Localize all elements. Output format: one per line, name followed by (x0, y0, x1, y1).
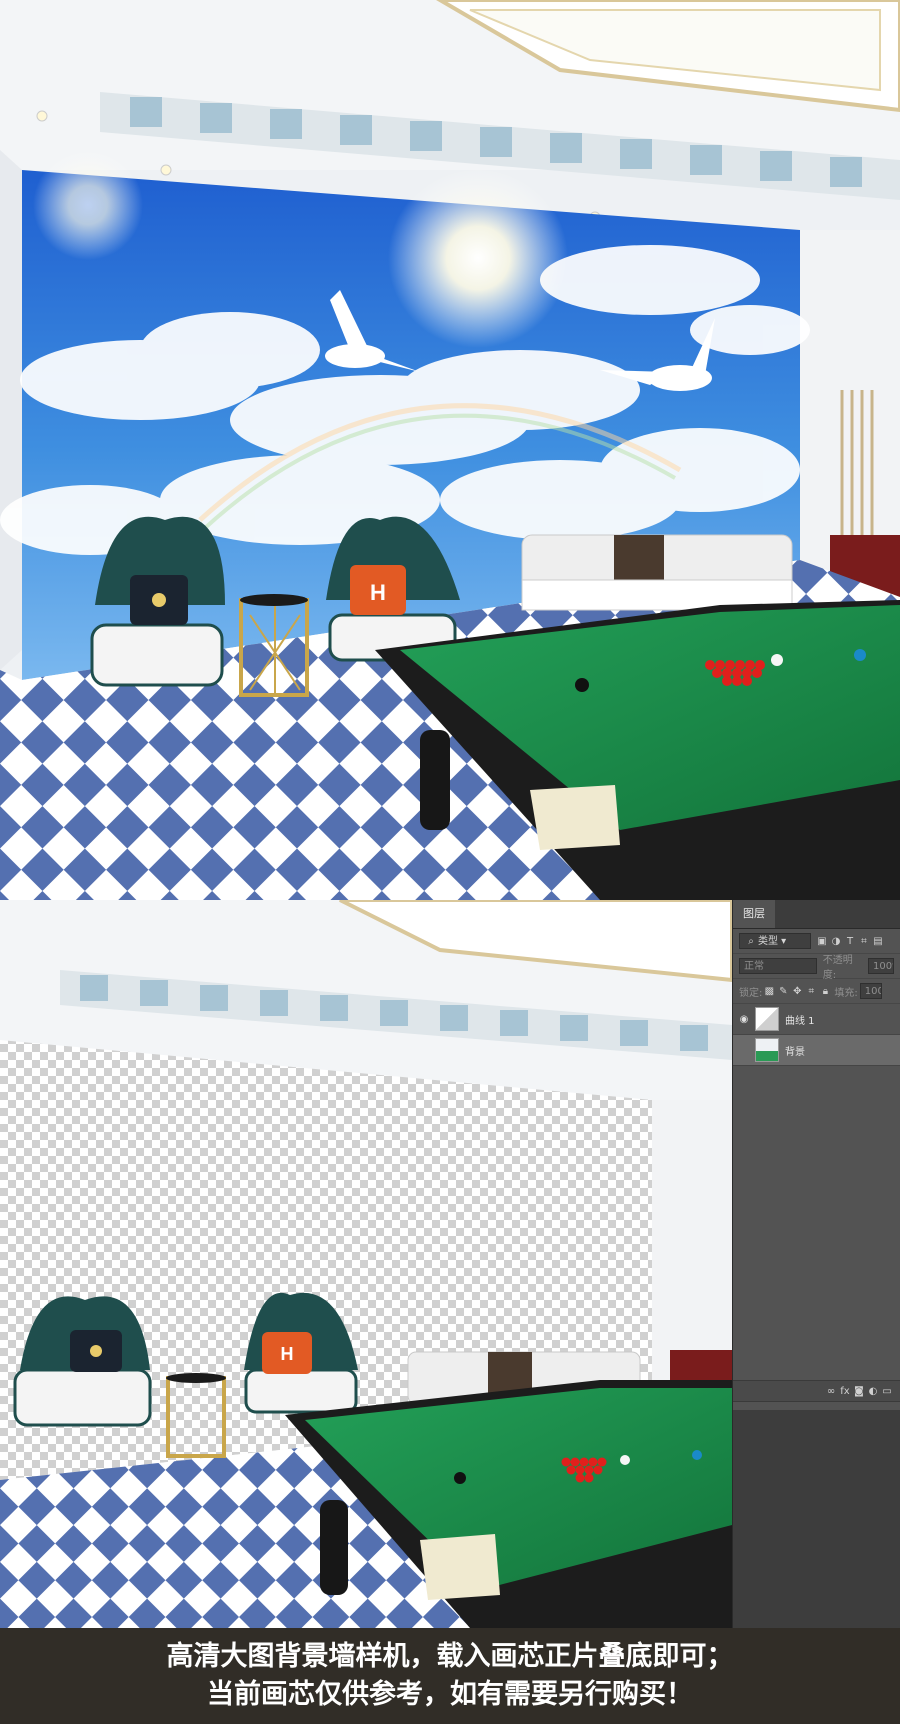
lock-label: 锁定: (739, 987, 763, 999)
fx-icon[interactable]: fx (838, 1381, 852, 1403)
lock-position-icon[interactable]: ✥ (790, 986, 804, 997)
blend-mode-select[interactable]: 正常 (739, 958, 817, 974)
adjustment-icon[interactable]: ◐ (866, 1381, 880, 1403)
visibility-eye-icon[interactable]: ◉ (733, 1014, 755, 1025)
layers-panel-tabbar: 图层 (733, 900, 900, 929)
opacity-label: 不透明度: (822, 955, 853, 981)
caption-line-1: 高清大图背景墙样机，载入画芯正片叠底即可； (166, 1641, 734, 1672)
room-render-transparent-wall: H (0, 900, 732, 1628)
tab-layers[interactable]: 图层 (733, 900, 775, 928)
lock-transparency-icon[interactable]: ▩ (762, 986, 776, 997)
layer-row-curves[interactable]: ◉ 曲线 1 (733, 1004, 900, 1035)
layer-name: 背景 (785, 1046, 805, 1058)
type-filter-icon[interactable]: T (843, 936, 857, 947)
fill-field[interactable]: 100% (859, 983, 882, 999)
adjustment-filter-icon[interactable]: ◑ (829, 936, 843, 947)
caption-banner: 高清大图背景墙样机，载入画芯正片叠底即可； 当前画芯仅供参考，如有需要另行购买！ (0, 1628, 900, 1724)
lock-artboard-icon[interactable]: ⌗ (804, 986, 818, 997)
panel-empty-area (733, 1410, 900, 1628)
lock-image-icon[interactable]: ✎ (776, 986, 790, 997)
downlight (36, 110, 48, 122)
image-thumbnail-icon (755, 1038, 779, 1062)
left-wall (0, 150, 22, 670)
white-sofa (521, 534, 793, 611)
layer-name: 曲线 1 (785, 1015, 815, 1027)
folder-icon[interactable]: ▭ (880, 1381, 894, 1403)
mask-icon[interactable]: ◙ (852, 1381, 866, 1403)
opacity-field[interactable]: 100% (868, 958, 894, 974)
lock-all-icon[interactable]: 🔒︎ (818, 986, 832, 997)
layers-panel: 图层 ⌕类型 ▾ ▣◑T⌗▤ 正常 不透明度: 100% 锁定: ▩✎✥⌗🔒︎ … (732, 900, 900, 1628)
sun (388, 168, 568, 348)
pixel-filter-icon[interactable]: ▣ (815, 936, 829, 947)
room-render-with-wallpaper: H (0, 0, 900, 900)
room-render-svg: H (0, 0, 900, 900)
fill-label: 填充: (834, 987, 858, 999)
pillow-letter: H (281, 1344, 294, 1364)
blend-mode-value: 正常 (744, 961, 764, 972)
smart-object-filter-icon[interactable]: ▤ (871, 936, 885, 947)
filter-kind-label: 类型 (758, 936, 778, 947)
pillow-letter: H (370, 580, 386, 605)
shape-filter-icon[interactable]: ⌗ (857, 936, 871, 947)
search-icon: ⌕ (748, 936, 754, 947)
curves-adjustment-icon (755, 1007, 779, 1031)
caption-line-2: 当前画芯仅供参考，如有需要另行购买！ (207, 1679, 693, 1710)
layer-row-background[interactable]: 背景 (733, 1035, 900, 1066)
transparent-render-svg: H (0, 900, 732, 1628)
link-icon[interactable]: ∞ (824, 1381, 838, 1403)
layer-list: ◉ 曲线 1 背景 (733, 1004, 900, 1066)
downlight (160, 164, 172, 176)
lock-fill-row: 锁定: ▩✎✥⌗🔒︎ 填充: 100% (733, 979, 900, 1004)
layer-filter-row: ⌕ 类型 ▾ ▣ ◑ T ⌗ ▤ (733, 929, 900, 954)
layer-filter-select[interactable]: ⌕ 类型 ▾ (739, 933, 811, 949)
blend-opacity-row: 正常 不透明度: 100% (733, 954, 900, 981)
layers-panel-footer: ∞ fx ◙ ◐ ▭ (733, 1380, 900, 1402)
